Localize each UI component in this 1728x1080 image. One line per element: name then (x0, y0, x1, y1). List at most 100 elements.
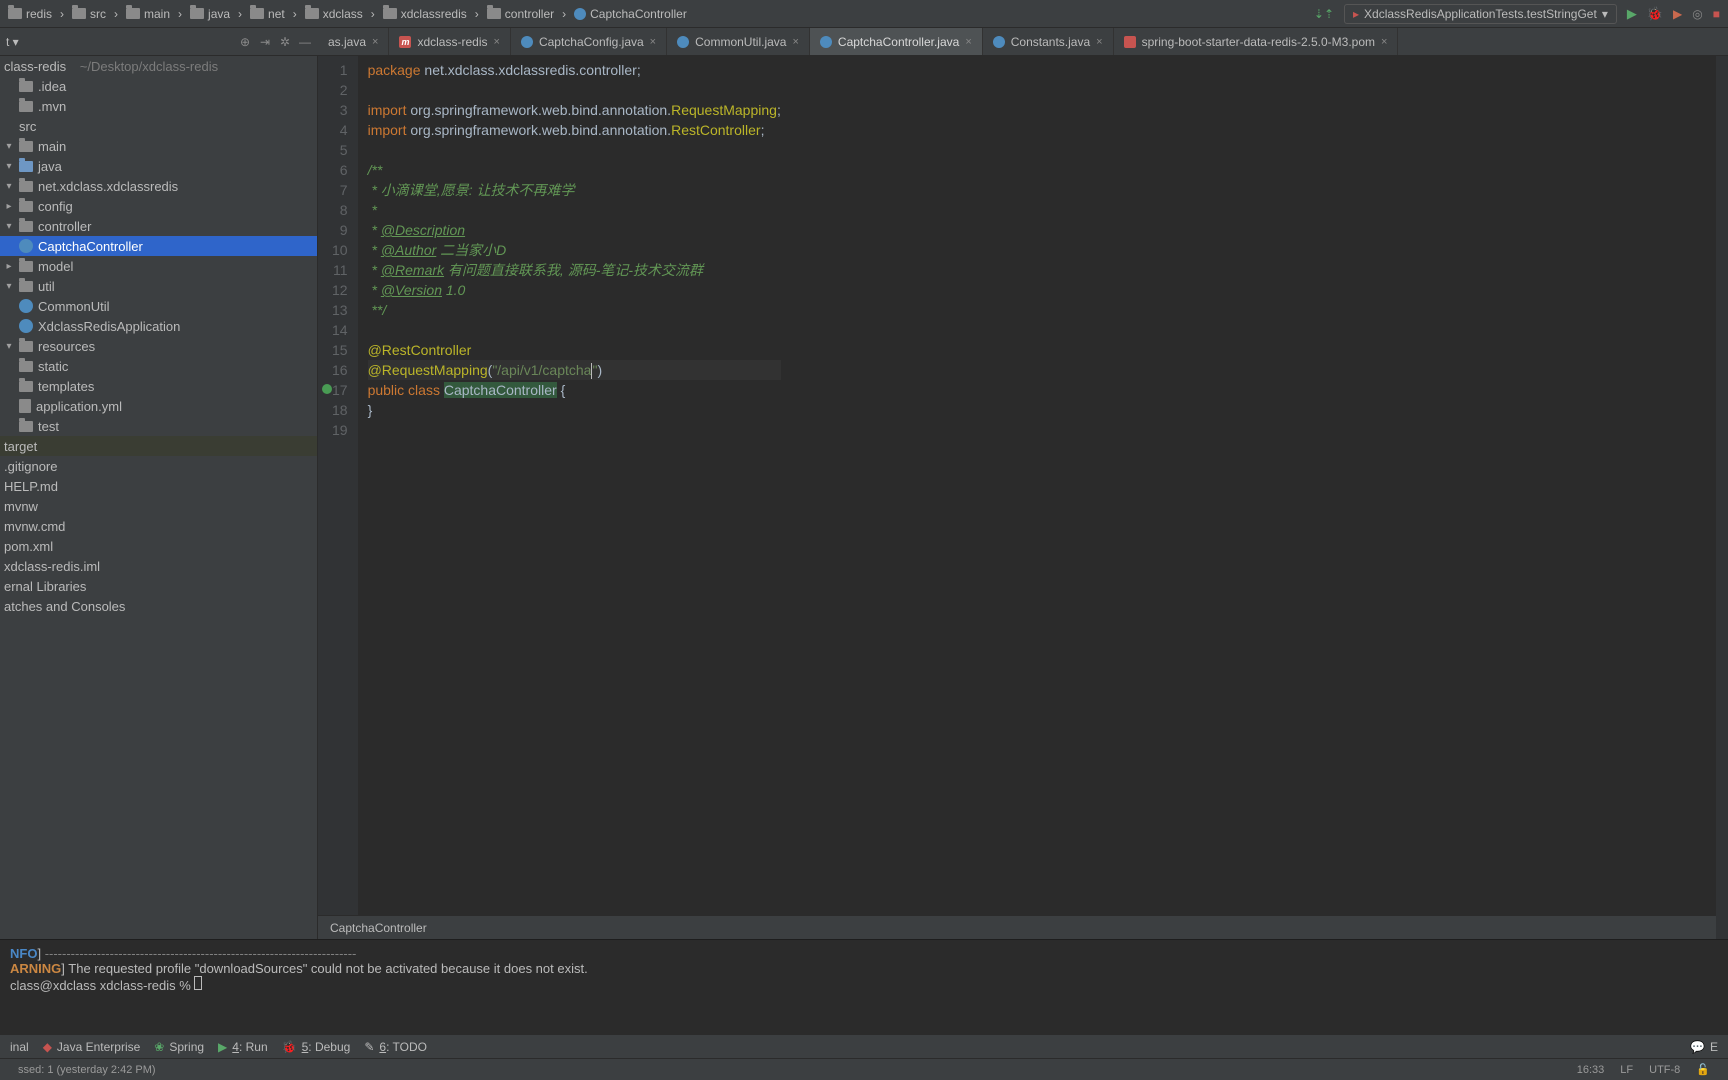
tree-java[interactable]: ▾java (0, 156, 317, 176)
tab-captchacontroller[interactable]: CaptchaController.java× (810, 28, 983, 55)
folder-icon (72, 8, 86, 19)
tree-main[interactable]: ▾main (0, 136, 317, 156)
tree-iml[interactable]: xdclass-redis.iml (0, 556, 317, 576)
crumb-controller[interactable]: controller (487, 7, 554, 21)
bottom-tool-bar: inal ◆Java Enterprise ❀Spring ▶4: Run 🐞5… (0, 1034, 1728, 1058)
editor-breadcrumb[interactable]: CaptchaController (318, 915, 1728, 939)
tab-captchaconfig[interactable]: CaptchaConfig.java× (511, 28, 667, 55)
folder-icon (19, 101, 33, 112)
tree-target[interactable]: target (0, 436, 317, 456)
todo-tab[interactable]: ✎6: TODO (364, 1040, 427, 1054)
tree-appyml[interactable]: application.yml (0, 396, 317, 416)
file-encoding[interactable]: UTF-8 (1641, 1064, 1688, 1076)
tree-pkg[interactable]: ▾net.xdclass.xdclassredis (0, 176, 317, 196)
line-gutter[interactable]: 12345678910111213141516171819 (318, 56, 358, 915)
build-icon[interactable]: ⇣⇡ (1314, 7, 1334, 21)
close-icon[interactable]: × (1381, 36, 1387, 48)
terminal-prompt[interactable]: class@xdclass xdclass-redis % (10, 976, 1718, 993)
close-icon[interactable]: × (650, 36, 656, 48)
run-button[interactable]: ▶ (1627, 6, 1637, 22)
class-icon (820, 36, 832, 48)
folder-icon (305, 8, 319, 19)
stop-button[interactable]: ■ (1713, 7, 1720, 21)
line-separator[interactable]: LF (1612, 1064, 1641, 1076)
tree-gitignore[interactable]: .gitignore (0, 456, 317, 476)
tree-app[interactable]: XdclassRedisApplication (0, 316, 317, 336)
package-icon (19, 181, 33, 192)
java-ee-tab[interactable]: ◆Java Enterprise (43, 1040, 141, 1054)
close-icon[interactable]: × (494, 36, 500, 48)
spring-tab[interactable]: ❀Spring (154, 1040, 204, 1054)
scroll-marker[interactable] (1716, 56, 1728, 939)
tree-test[interactable]: test (0, 416, 317, 436)
tree-scratch[interactable]: atches and Consoles (0, 596, 317, 616)
tree-extlib[interactable]: ernal Libraries (0, 576, 317, 596)
read-only-toggle[interactable]: 🔓 (1688, 1063, 1718, 1076)
project-dropdown[interactable]: t ▾ (6, 35, 19, 49)
hide-icon[interactable]: — (298, 35, 312, 49)
tab-commonutil[interactable]: CommonUtil.java× (667, 28, 810, 55)
crumb-net[interactable]: net (250, 7, 285, 21)
crumb-xdclass[interactable]: xdclass (305, 7, 363, 21)
close-icon[interactable]: × (1096, 36, 1102, 48)
crumb-src[interactable]: src (72, 7, 106, 21)
class-icon (19, 319, 33, 333)
code-text[interactable]: package net.xdclass.xdclassredis.control… (358, 56, 781, 915)
tree-mvnwcmd[interactable]: mvnw.cmd (0, 516, 317, 536)
coverage-button[interactable]: ▶ (1673, 7, 1682, 21)
project-tree[interactable]: class-redis ~/Desktop/xdclass-redis .ide… (0, 56, 318, 939)
tree-help[interactable]: HELP.md (0, 476, 317, 496)
tree-resources[interactable]: ▾resources (0, 336, 317, 356)
terminal-panel[interactable]: NFO] -----------------------------------… (0, 939, 1728, 1034)
editor: 12345678910111213141516171819 package ne… (318, 56, 1728, 939)
select-opened-file-icon[interactable]: ⊕ (238, 35, 252, 49)
debug-tab[interactable]: 🐞5: Debug (282, 1040, 351, 1054)
cursor-icon (194, 976, 202, 990)
crumb-java[interactable]: java (190, 7, 230, 21)
tree-util[interactable]: ▾util (0, 276, 317, 296)
tab-xdclass-redis[interactable]: mxdclass-redis× (389, 28, 510, 55)
tree-mvnw[interactable]: mvnw (0, 496, 317, 516)
tree-src[interactable]: src (0, 116, 317, 136)
code-area[interactable]: 12345678910111213141516171819 package ne… (318, 56, 1728, 915)
close-icon[interactable]: × (792, 36, 798, 48)
crumb-main[interactable]: main (126, 7, 170, 21)
package-icon (19, 261, 33, 272)
collapse-all-icon[interactable]: ⇥ (258, 35, 272, 49)
tab-partial[interactable]: as.java× (318, 28, 389, 55)
tree-commonutil[interactable]: CommonUtil (0, 296, 317, 316)
class-icon (521, 36, 533, 48)
tree-mvn[interactable]: .mvn (0, 96, 317, 116)
tree-config[interactable]: ▸config (0, 196, 317, 216)
status-bar: ssed: 1 (yesterday 2:42 PM) 16:33 LF UTF… (0, 1058, 1728, 1080)
crumb-redis[interactable]: redis (8, 7, 52, 21)
tree-controller[interactable]: ▾controller (0, 216, 317, 236)
tab-constants[interactable]: Constants.java× (983, 28, 1114, 55)
run-tab[interactable]: ▶4: Run (218, 1040, 268, 1054)
tab-pom[interactable]: spring-boot-starter-data-redis-2.5.0-M3.… (1114, 28, 1399, 55)
project-tool-header: t ▾ ⊕ ⇥ ✲ — (0, 35, 318, 49)
navigation-bar: redis› src› main› java› net› xdclass› xd… (0, 0, 1728, 28)
project-and-tabs-bar: t ▾ ⊕ ⇥ ✲ — as.java× mxdclass-redis× Cap… (0, 28, 1728, 56)
tree-static[interactable]: static (0, 356, 317, 376)
crumb-class[interactable]: CaptchaController (574, 7, 687, 21)
settings-icon[interactable]: ✲ (278, 35, 292, 49)
tree-captchacontroller[interactable]: CaptchaController (0, 236, 317, 256)
close-icon[interactable]: × (965, 36, 971, 48)
crumb-pkg[interactable]: xdclassredis (383, 7, 467, 21)
profiler-button[interactable]: ◎ (1692, 7, 1702, 21)
run-config-selector[interactable]: ▸ XdclassRedisApplicationTests.testStrin… (1344, 4, 1617, 24)
tree-pom[interactable]: pom.xml (0, 536, 317, 556)
event-log-tab[interactable]: 💬E (1690, 1040, 1718, 1054)
maven-icon: m (399, 36, 411, 48)
caret-position[interactable]: 16:33 (1569, 1064, 1613, 1076)
tree-model[interactable]: ▸model (0, 256, 317, 276)
tree-templates[interactable]: templates (0, 376, 317, 396)
close-icon[interactable]: × (372, 36, 378, 48)
lib-icon (1124, 36, 1136, 48)
terminal-tab[interactable]: inal (10, 1040, 29, 1054)
tree-root[interactable]: class-redis ~/Desktop/xdclass-redis (0, 56, 317, 76)
folder-icon (19, 421, 33, 432)
tree-idea[interactable]: .idea (0, 76, 317, 96)
debug-button[interactable]: 🐞 (1647, 6, 1663, 22)
